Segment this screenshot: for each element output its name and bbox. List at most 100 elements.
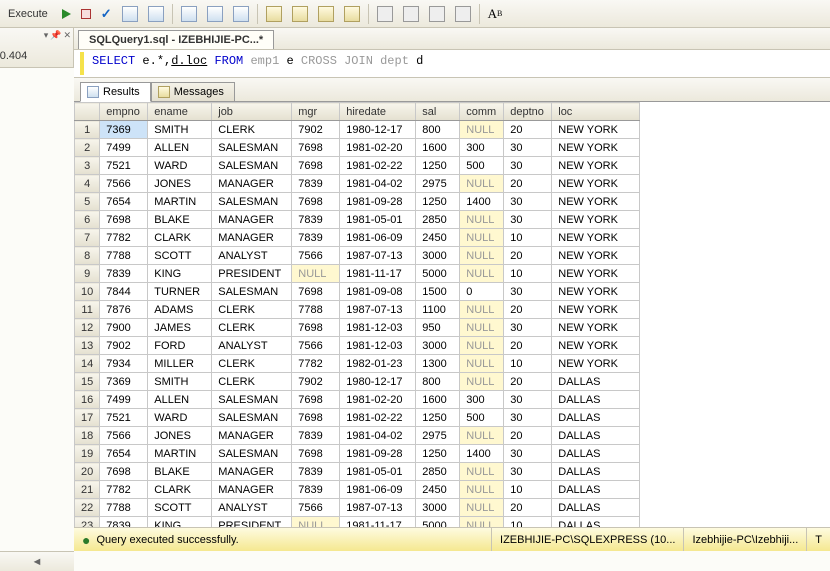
results-grid-icon[interactable] (177, 3, 201, 25)
cell-mgr[interactable]: 7566 (292, 499, 340, 517)
cell-loc[interactable]: NEW YORK (552, 139, 640, 157)
column-header[interactable]: ename (148, 103, 212, 121)
table-row[interactable]: 187566JONESMANAGER78391981-04-022975NULL… (75, 427, 640, 445)
cell-sal[interactable]: 1250 (416, 409, 460, 427)
cell-deptno[interactable]: 20 (504, 121, 552, 139)
cell-empno[interactable]: 7839 (100, 265, 148, 283)
cell-job[interactable]: MANAGER (212, 211, 292, 229)
row-number[interactable]: 17 (75, 409, 100, 427)
cell-ename[interactable]: SCOTT (148, 247, 212, 265)
cell-sal[interactable]: 1250 (416, 193, 460, 211)
cell-loc[interactable]: DALLAS (552, 499, 640, 517)
cell-hiredate[interactable]: 1981-02-20 (340, 139, 416, 157)
cell-mgr[interactable]: 7698 (292, 193, 340, 211)
cell-sal[interactable]: 1600 (416, 391, 460, 409)
cell-ename[interactable]: BLAKE (148, 211, 212, 229)
cell-sal[interactable]: 1250 (416, 445, 460, 463)
cell-loc[interactable]: NEW YORK (552, 211, 640, 229)
cell-deptno[interactable]: 30 (504, 283, 552, 301)
cell-loc[interactable]: DALLAS (552, 481, 640, 499)
cell-job[interactable]: CLERK (212, 121, 292, 139)
cell-job[interactable]: SALESMAN (212, 139, 292, 157)
cell-sal[interactable]: 5000 (416, 265, 460, 283)
cell-job[interactable]: MANAGER (212, 427, 292, 445)
cell-comm[interactable]: 500 (460, 157, 504, 175)
cell-empno[interactable]: 7566 (100, 427, 148, 445)
table-row[interactable]: 167499ALLENSALESMAN76981981-02-201600300… (75, 391, 640, 409)
cell-ename[interactable]: MARTIN (148, 193, 212, 211)
cell-loc[interactable]: NEW YORK (552, 157, 640, 175)
row-number[interactable]: 8 (75, 247, 100, 265)
table-row[interactable]: 57654MARTINSALESMAN76981981-09-281250140… (75, 193, 640, 211)
cell-loc[interactable]: NEW YORK (552, 265, 640, 283)
cell-hiredate[interactable]: 1980-12-17 (340, 373, 416, 391)
cell-ename[interactable]: ADAMS (148, 301, 212, 319)
cell-mgr[interactable]: 7698 (292, 157, 340, 175)
cell-hiredate[interactable]: 1987-07-13 (340, 301, 416, 319)
cell-hiredate[interactable]: 1981-06-09 (340, 481, 416, 499)
cell-mgr[interactable]: 7839 (292, 481, 340, 499)
cell-empno[interactable]: 7782 (100, 229, 148, 247)
cell-job[interactable]: PRESIDENT (212, 517, 292, 528)
cell-empno[interactable]: 7844 (100, 283, 148, 301)
parse-icon[interactable]: ✓ (97, 3, 116, 25)
cell-job[interactable]: CLERK (212, 355, 292, 373)
cell-ename[interactable]: KING (148, 265, 212, 283)
cell-comm[interactable]: NULL (460, 373, 504, 391)
table-row[interactable]: 17369SMITHCLERK79021980-12-17800NULL20NE… (75, 121, 640, 139)
cell-loc[interactable]: NEW YORK (552, 283, 640, 301)
cell-empno[interactable]: 7698 (100, 463, 148, 481)
row-number[interactable]: 16 (75, 391, 100, 409)
results-text-icon[interactable] (203, 3, 227, 25)
row-number[interactable]: 7 (75, 229, 100, 247)
pin-icon[interactable]: 📌 (50, 30, 61, 41)
indent-icon[interactable] (373, 3, 397, 25)
cell-loc[interactable]: NEW YORK (552, 121, 640, 139)
table-row[interactable]: 127900JAMESCLERK76981981-12-03950NULL30N… (75, 319, 640, 337)
cell-ename[interactable]: WARD (148, 157, 212, 175)
row-number[interactable]: 20 (75, 463, 100, 481)
table-row[interactable]: 37521WARDSALESMAN76981981-02-22125050030… (75, 157, 640, 175)
cell-comm[interactable]: NULL (460, 355, 504, 373)
cell-deptno[interactable]: 30 (504, 445, 552, 463)
cell-hiredate[interactable]: 1981-12-03 (340, 337, 416, 355)
cell-mgr[interactable]: 7839 (292, 427, 340, 445)
row-number[interactable]: 14 (75, 355, 100, 373)
cell-empno[interactable]: 7876 (100, 301, 148, 319)
cell-comm[interactable]: NULL (460, 499, 504, 517)
cell-comm[interactable]: 1400 (460, 193, 504, 211)
cell-hiredate[interactable]: 1981-05-01 (340, 463, 416, 481)
row-number[interactable]: 11 (75, 301, 100, 319)
cell-hiredate[interactable]: 1981-11-17 (340, 265, 416, 283)
cell-ename[interactable]: CLARK (148, 481, 212, 499)
cell-job[interactable]: SALESMAN (212, 445, 292, 463)
uncomment-icon[interactable] (451, 3, 475, 25)
cell-job[interactable]: MANAGER (212, 229, 292, 247)
cell-sal[interactable]: 2450 (416, 481, 460, 499)
cell-hiredate[interactable]: 1981-06-09 (340, 229, 416, 247)
cell-comm[interactable]: NULL (460, 517, 504, 528)
cell-sal[interactable]: 800 (416, 121, 460, 139)
table-row[interactable]: 107844TURNERSALESMAN76981981-09-08150003… (75, 283, 640, 301)
column-header[interactable]: deptno (504, 103, 552, 121)
cell-empno[interactable]: 7934 (100, 355, 148, 373)
table-row[interactable]: 87788SCOTTANALYST75661987-07-133000NULL2… (75, 247, 640, 265)
cell-ename[interactable]: BLAKE (148, 463, 212, 481)
cell-deptno[interactable]: 10 (504, 265, 552, 283)
run-icon[interactable] (58, 3, 75, 25)
cell-mgr[interactable]: 7566 (292, 337, 340, 355)
cell-mgr[interactable]: 7839 (292, 463, 340, 481)
cell-ename[interactable]: JONES (148, 427, 212, 445)
cell-sal[interactable]: 2850 (416, 211, 460, 229)
sql-editor[interactable]: SELECT e.*,d.loc FROM emp1 e CROSS JOIN … (74, 50, 830, 78)
comment-icon[interactable] (425, 3, 449, 25)
cell-sal[interactable]: 1100 (416, 301, 460, 319)
toolbar-icon-2[interactable] (144, 3, 168, 25)
cell-loc[interactable]: NEW YORK (552, 247, 640, 265)
row-number[interactable]: 19 (75, 445, 100, 463)
cell-sal[interactable]: 1600 (416, 139, 460, 157)
row-number[interactable]: 18 (75, 427, 100, 445)
cell-hiredate[interactable]: 1987-07-13 (340, 247, 416, 265)
row-number[interactable]: 6 (75, 211, 100, 229)
cell-mgr[interactable]: NULL (292, 517, 340, 528)
